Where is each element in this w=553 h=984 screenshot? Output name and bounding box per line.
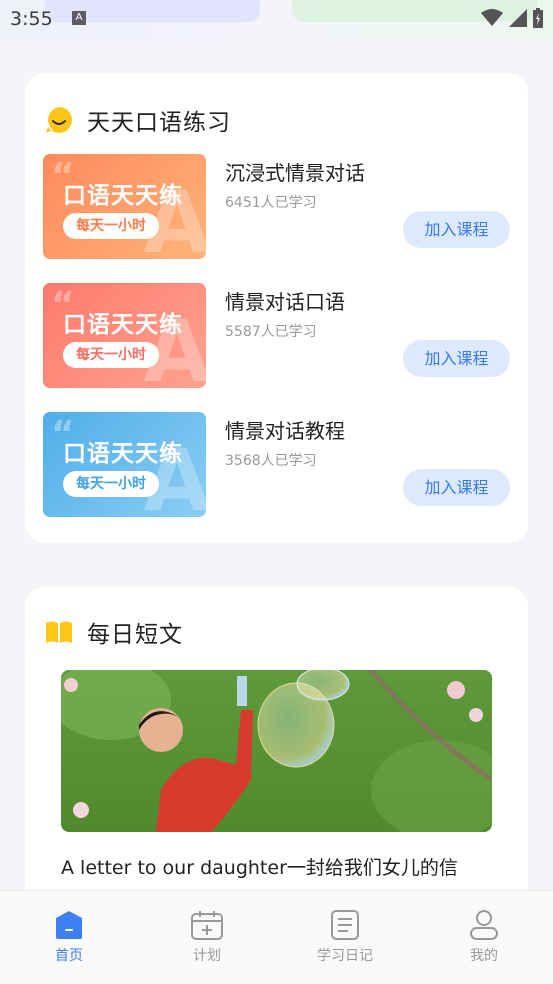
speaking-practice-card: 天天口语练习 “ A 口语天天练 每天一小时 沉浸式情景对话 6451人已学习 … [25, 73, 528, 543]
article-title[interactable]: A letter to our daughter一封给我们女儿的信 [61, 853, 458, 880]
course-name[interactable]: 情景对话教程 [225, 415, 345, 444]
thumbnail-tag: 每天一小时 [63, 213, 159, 239]
user-icon [470, 910, 498, 940]
course-learner-count: 6451人已学习 [225, 195, 317, 211]
course-name[interactable]: 沉浸式情景对话 [225, 157, 365, 186]
section-title: 每日短文 [87, 622, 183, 648]
join-course-button[interactable]: 加入课程 [403, 469, 510, 506]
tab-label: 首页 [55, 948, 83, 964]
course-name[interactable]: 情景对话口语 [225, 286, 345, 315]
tab-home[interactable]: 首页 [29, 909, 109, 965]
thumbnail-title: 口语天天练 [63, 441, 183, 467]
course-learner-count: 3568人已学习 [225, 453, 317, 469]
calendar-icon [191, 911, 223, 940]
course-item[interactable]: “ A 口语天天练 每天一小时 情景对话口语 5587人已学习 加入课程 [43, 283, 513, 388]
bottom-tab-bar: 首页 计划 学习日记 我的 [0, 890, 553, 984]
boy-with-bubbles-photo [61, 670, 492, 832]
thumbnail-title: 口语天天练 [63, 312, 183, 338]
course-item[interactable]: “ A 口语天天练 每天一小时 沉浸式情景对话 6451人已学习 加入课程 [43, 154, 513, 259]
article-image[interactable] [61, 670, 492, 832]
signal-icon [509, 9, 527, 27]
home-icon [56, 911, 82, 939]
section-title: 天天口语练习 [87, 110, 231, 136]
wifi-icon [481, 9, 503, 26]
speaking-practice-header: 天天口语练习 [45, 103, 231, 137]
course-thumbnail[interactable]: “ A 口语天天练 每天一小时 [43, 412, 206, 517]
notification-a-icon: A [72, 11, 86, 25]
chat-bubble-icon [46, 107, 72, 133]
battery-icon [533, 8, 543, 28]
thumbnail-tag: 每天一小时 [63, 471, 159, 497]
tab-plan[interactable]: 计划 [167, 909, 247, 965]
course-learner-count: 5587人已学习 [225, 324, 317, 340]
tab-label: 学习日记 [317, 948, 373, 964]
join-course-button[interactable]: 加入课程 [403, 211, 510, 248]
status-icons [481, 8, 543, 28]
tab-mine[interactable]: 我的 [444, 909, 524, 965]
daily-article-header: 每日短文 [45, 615, 183, 649]
thumbnail-title: 口语天天练 [63, 183, 183, 209]
daily-article-card: 每日短文 A letter to our daughter一封给我们女儿的信 [25, 587, 528, 907]
course-thumbnail[interactable]: “ A 口语天天练 每天一小时 [43, 154, 206, 259]
status-bar: 3:55 A [0, 0, 553, 40]
status-time: 3:55 [10, 8, 53, 30]
open-book-icon [46, 621, 72, 643]
course-thumbnail[interactable]: “ A 口语天天练 每天一小时 [43, 283, 206, 388]
tab-label: 计划 [193, 948, 221, 964]
notebook-icon [331, 910, 359, 940]
thumbnail-tag: 每天一小时 [63, 342, 159, 368]
tab-study-diary[interactable]: 学习日记 [305, 909, 385, 965]
tab-label: 我的 [470, 948, 498, 964]
join-course-button[interactable]: 加入课程 [403, 340, 510, 377]
course-item[interactable]: “ A 口语天天练 每天一小时 情景对话教程 3568人已学习 加入课程 [43, 412, 513, 517]
